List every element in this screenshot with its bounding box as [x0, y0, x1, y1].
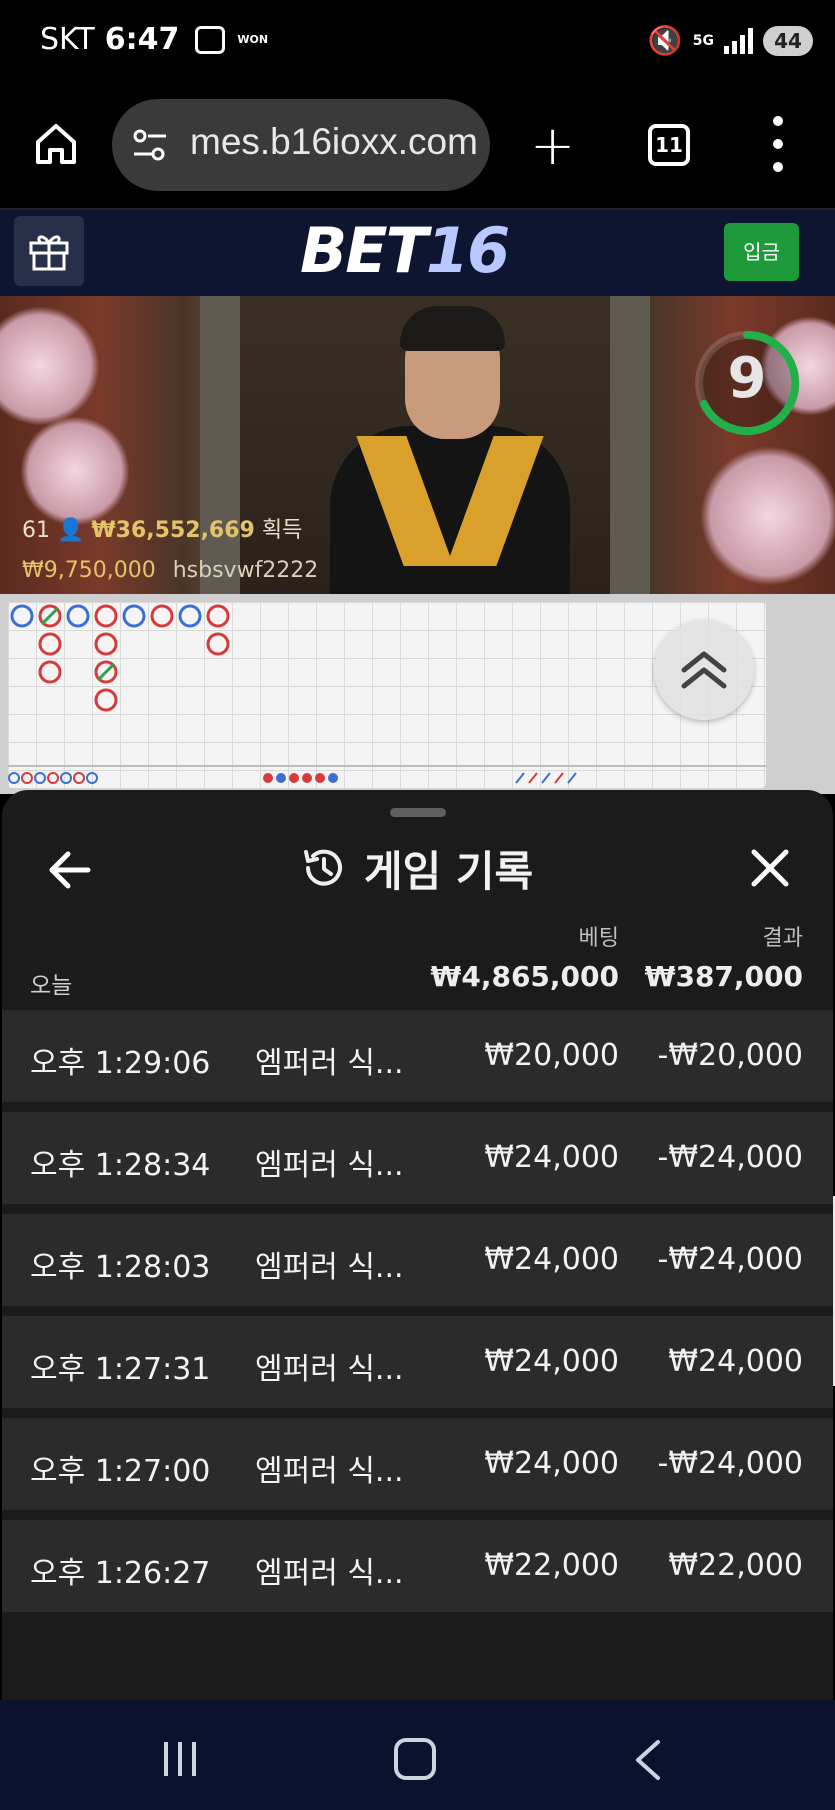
row-result: -₩24,000	[657, 1242, 803, 1277]
row-result: -₩20,000	[657, 1038, 803, 1073]
row-game: 엠퍼러 식...	[255, 1454, 404, 1489]
close-icon[interactable]	[744, 842, 796, 894]
history-row[interactable]: 오후 1:26:27 엠퍼러 식... ₩22,000 ₩22,000	[2, 1520, 833, 1612]
row-result: -₩24,000	[657, 1140, 803, 1175]
row-bet: ₩24,000	[484, 1140, 619, 1175]
row-bet: ₩24,000	[484, 1344, 619, 1379]
deposit-button[interactable]: 입금	[724, 223, 799, 281]
row-bet: ₩24,000	[484, 1446, 619, 1481]
column-header-result: 결과	[762, 926, 803, 951]
row-time: 오후 1:28:03	[30, 1250, 211, 1285]
row-game: 엠퍼러 식...	[255, 1148, 404, 1183]
history-icon	[304, 849, 342, 886]
scroll-up-button[interactable]	[654, 620, 754, 720]
sheet-title: 게임 기록	[364, 846, 534, 896]
double-chevron-up-icon	[681, 651, 727, 689]
summary-bet-total: ₩4,865,000	[430, 960, 619, 993]
carrier-label: SKT	[40, 22, 95, 57]
clock: 6:47	[104, 22, 180, 57]
site-header: BET16 입금	[0, 210, 835, 296]
total-win-suffix: 획득	[261, 518, 303, 543]
back-icon[interactable]	[632, 1738, 664, 1782]
summary-label: 오늘	[30, 973, 73, 999]
tabs-icon[interactable]: 11	[648, 124, 690, 166]
screenshot-icon	[195, 25, 226, 54]
recent-win-user: hsbsvwf2222	[172, 558, 319, 583]
player-stats: 61 👤 ₩36,552,669 획득	[22, 512, 302, 544]
status-left: SKT 6:47 WON	[40, 22, 268, 57]
row-game: 엠퍼러 식...	[255, 1250, 404, 1285]
row-bet: ₩20,000	[484, 1038, 619, 1073]
battery-indicator: 44	[763, 25, 813, 56]
row-result: ₩22,000	[668, 1548, 803, 1583]
history-row[interactable]: 오후 1:27:31 엠퍼러 식... ₩24,000 ₩24,000	[2, 1316, 833, 1408]
total-win: ₩36,552,669	[91, 518, 255, 543]
system-nav-bar	[0, 1700, 835, 1810]
row-game: 엠퍼러 식...	[255, 1046, 404, 1081]
url-text: mes.b16ioxx.com	[190, 121, 478, 162]
won-icon: WON	[237, 32, 269, 46]
signal-icon	[724, 27, 753, 54]
summary-result-total: ₩387,000	[644, 960, 803, 993]
player-count: 61	[22, 518, 50, 543]
row-time: 오후 1:27:00	[30, 1454, 211, 1489]
countdown-value: 9	[727, 346, 767, 411]
row-bet: ₩24,000	[484, 1242, 619, 1277]
home-button-icon[interactable]	[394, 1738, 436, 1780]
status-right: 🔇 5G 44	[648, 24, 813, 57]
arrow-left-icon[interactable]	[42, 842, 98, 898]
row-time: 오후 1:28:34	[30, 1148, 211, 1183]
gift-button[interactable]	[14, 216, 84, 286]
row-game: 엠퍼러 식...	[255, 1352, 404, 1387]
history-row[interactable]: 오후 1:28:03 엠퍼러 식... ₩24,000 -₩24,000	[2, 1214, 833, 1306]
row-result: ₩24,000	[668, 1344, 803, 1379]
more-vert-icon[interactable]	[770, 116, 786, 172]
row-result: -₩24,000	[657, 1446, 803, 1481]
history-list: 오후 1:29:06 엠퍼러 식... ₩20,000 -₩20,000 오후 …	[2, 1010, 833, 1622]
person-icon: 👤	[57, 518, 85, 543]
bead-road[interactable]	[8, 602, 766, 788]
column-header-bet: 베팅	[578, 926, 619, 951]
history-row[interactable]: 오후 1:29:06 엠퍼러 식... ₩20,000 -₩20,000	[2, 1010, 833, 1102]
sheet-drag-handle[interactable]	[390, 808, 446, 817]
row-bet: ₩22,000	[484, 1548, 619, 1583]
network-type: 5G	[692, 32, 714, 49]
history-sheet: 게임 기록 베팅 결과 오늘 ₩4,865,000 ₩387,000 오후 1:…	[2, 790, 833, 1700]
mute-icon: 🔇	[647, 24, 683, 57]
history-row[interactable]: 오후 1:28:34 엠퍼러 식... ₩24,000 -₩24,000	[2, 1112, 833, 1204]
sheet-header: 게임 기록	[298, 838, 533, 898]
recent-win: ₩9,750,000 hsbsvwf2222	[22, 558, 318, 583]
gift-icon	[29, 235, 69, 271]
row-time: 오후 1:26:27	[30, 1556, 211, 1591]
plus-icon[interactable]: +	[530, 119, 575, 173]
site-logo[interactable]: BET16	[300, 214, 510, 287]
live-video[interactable]: 9 61 👤 ₩36,552,669 획득 ₩9,750,000 hsbsvwf…	[0, 296, 835, 594]
status-bar: SKT 6:47 WON 🔇 5G 44	[0, 0, 835, 86]
recents-icon[interactable]	[160, 1740, 200, 1778]
tune-icon[interactable]	[130, 125, 170, 165]
history-row[interactable]: 오후 1:27:00 엠퍼러 식... ₩24,000 -₩24,000	[2, 1418, 833, 1510]
recent-win-amount: ₩9,750,000	[22, 558, 156, 583]
row-time: 오후 1:29:06	[30, 1046, 211, 1081]
home-icon[interactable]	[32, 120, 80, 168]
address-bar[interactable]: mes.b16ioxx.com	[112, 99, 490, 191]
road-marks	[8, 604, 766, 784]
row-time: 오후 1:27:31	[30, 1352, 211, 1387]
browser-toolbar: mes.b16ioxx.com + 11	[0, 86, 835, 210]
row-game: 엠퍼러 식...	[255, 1556, 404, 1591]
